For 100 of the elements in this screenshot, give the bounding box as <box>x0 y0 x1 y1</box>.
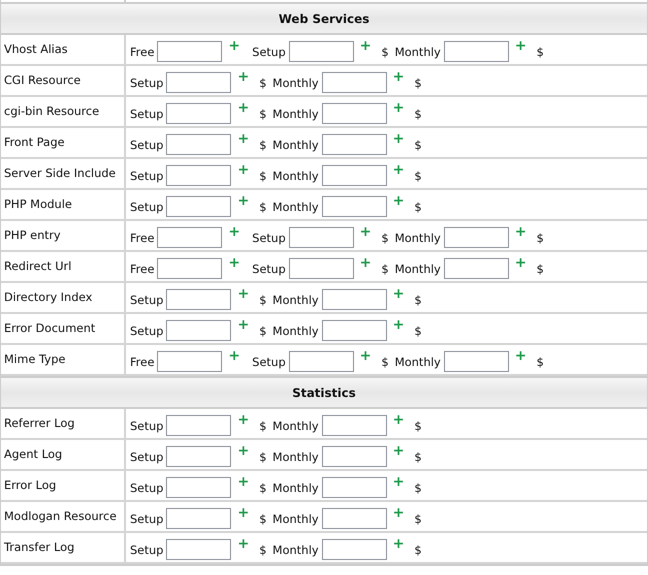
input-field[interactable] <box>322 415 387 436</box>
add-button[interactable]: + <box>237 412 250 428</box>
add-button[interactable]: + <box>514 348 526 364</box>
input-field[interactable] <box>166 320 232 341</box>
row-label: Vhost Alias <box>4 42 68 57</box>
add-button[interactable]: + <box>392 316 404 332</box>
input-field[interactable] <box>322 72 387 93</box>
input-field[interactable] <box>166 165 232 186</box>
input-field[interactable] <box>166 477 232 498</box>
field-label: Monthly <box>272 418 319 432</box>
input-field[interactable] <box>322 103 387 124</box>
input-field[interactable] <box>157 227 222 248</box>
add-button[interactable]: + <box>392 130 404 146</box>
input-field[interactable] <box>157 41 222 62</box>
currency-symbol: $ <box>536 44 544 58</box>
currency-symbol: $ <box>414 76 422 90</box>
add-button[interactable]: + <box>237 316 250 332</box>
add-button[interactable]: + <box>392 100 404 116</box>
add-button[interactable]: + <box>237 162 250 178</box>
field-label: Setup <box>130 512 164 526</box>
input-field[interactable] <box>322 477 387 498</box>
currency-symbol: $ <box>414 106 422 120</box>
add-button[interactable]: + <box>237 536 250 552</box>
row-label: CGI Resource <box>4 73 81 88</box>
add-button[interactable]: + <box>360 254 372 270</box>
add-button[interactable]: + <box>514 224 526 240</box>
currency-symbol: $ <box>414 512 422 526</box>
input-field[interactable] <box>444 41 509 62</box>
field-label: Monthly <box>272 450 319 464</box>
input-field[interactable] <box>166 415 232 436</box>
input-field[interactable] <box>288 258 354 279</box>
currency-symbol: $ <box>259 418 267 432</box>
input-field[interactable] <box>322 165 387 186</box>
input-field[interactable] <box>166 508 232 529</box>
input-field[interactable] <box>322 196 387 217</box>
add-button[interactable]: + <box>392 504 404 520</box>
input-field[interactable] <box>322 134 387 155</box>
add-button[interactable]: + <box>237 286 250 302</box>
add-button[interactable]: + <box>360 348 372 364</box>
row-label: Agent Log <box>4 447 62 462</box>
add-button[interactable]: + <box>392 412 404 428</box>
add-button[interactable]: + <box>237 504 250 520</box>
input-field[interactable] <box>166 134 232 155</box>
add-button[interactable]: + <box>392 536 404 552</box>
input-field[interactable] <box>166 539 232 560</box>
input-field[interactable] <box>322 446 387 467</box>
add-button[interactable]: + <box>392 162 404 178</box>
add-button[interactable]: + <box>514 254 526 270</box>
add-button[interactable]: + <box>514 38 526 54</box>
currency-symbol: $ <box>414 418 422 432</box>
currency-symbol: $ <box>259 324 267 338</box>
currency-symbol: $ <box>259 542 267 556</box>
input-field[interactable] <box>166 196 232 217</box>
currency-symbol: $ <box>414 480 422 494</box>
currency-symbol: $ <box>259 450 267 464</box>
input-field[interactable] <box>444 227 509 248</box>
input-field[interactable] <box>288 41 354 62</box>
add-button[interactable]: + <box>228 348 240 364</box>
add-button[interactable]: + <box>392 192 404 208</box>
currency-symbol: $ <box>259 168 267 182</box>
input-field[interactable] <box>444 351 509 372</box>
field-label: Free <box>130 354 154 368</box>
add-button[interactable]: + <box>237 100 250 116</box>
add-button[interactable]: + <box>360 38 372 54</box>
input-field[interactable] <box>157 351 222 372</box>
add-button[interactable]: + <box>228 38 240 54</box>
add-button[interactable]: + <box>228 224 240 240</box>
input-field[interactable] <box>166 446 232 467</box>
input-field[interactable] <box>322 289 387 310</box>
input-field[interactable] <box>157 258 222 279</box>
field-label: Monthly <box>272 138 319 152</box>
add-button[interactable]: + <box>392 68 404 84</box>
input-field[interactable] <box>322 320 387 341</box>
add-button[interactable]: + <box>237 474 250 490</box>
field-label: Monthly <box>272 76 319 90</box>
add-button[interactable]: + <box>392 474 404 490</box>
input-field[interactable] <box>444 258 509 279</box>
add-button[interactable]: + <box>228 254 240 270</box>
input-field[interactable] <box>322 539 387 560</box>
field-label: Setup <box>130 200 164 214</box>
field-label: Monthly <box>272 292 319 306</box>
input-field[interactable] <box>322 508 387 529</box>
input-field[interactable] <box>166 72 232 93</box>
add-button[interactable]: + <box>392 286 404 302</box>
input-field[interactable] <box>166 289 232 310</box>
add-button[interactable]: + <box>360 224 372 240</box>
add-button[interactable]: + <box>237 442 250 458</box>
add-button[interactable]: + <box>237 192 250 208</box>
input-field[interactable] <box>288 351 354 372</box>
currency-symbol: $ <box>536 230 544 244</box>
row-label: Referrer Log <box>4 416 75 431</box>
add-button[interactable]: + <box>237 130 250 146</box>
currency-symbol: $ <box>259 200 267 214</box>
field-label: Monthly <box>272 200 319 214</box>
input-field[interactable] <box>166 103 232 124</box>
field-label: Setup <box>130 480 164 494</box>
add-button[interactable]: + <box>237 68 250 84</box>
add-button[interactable]: + <box>392 442 404 458</box>
field-label: Monthly <box>272 512 319 526</box>
input-field[interactable] <box>288 227 354 248</box>
